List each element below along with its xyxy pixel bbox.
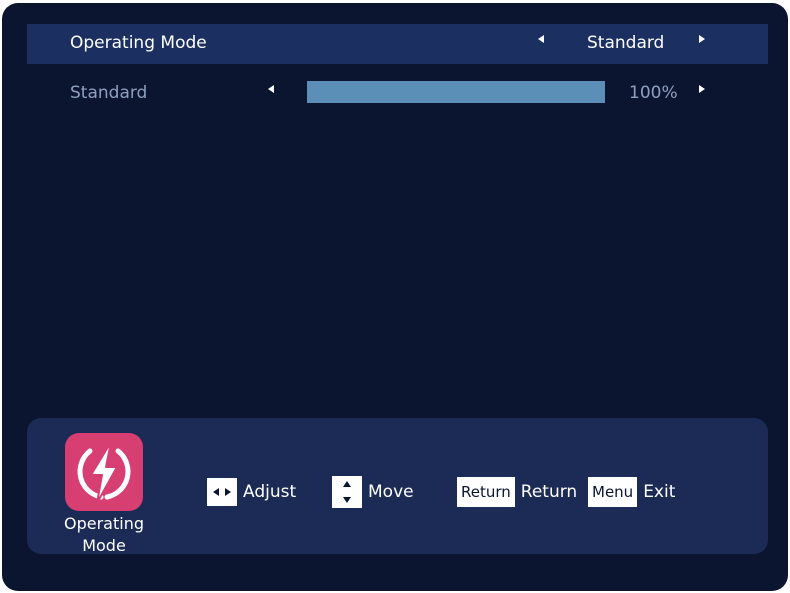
return-key: Return [457, 477, 515, 507]
standard-level-bar[interactable] [307, 81, 605, 103]
left-right-key-icon [207, 478, 237, 506]
standard-level-value: 100% [629, 83, 678, 103]
operating-mode-label: Operating Mode [70, 33, 207, 53]
up-down-key-icon [332, 476, 362, 508]
move-hint: Move [332, 476, 414, 508]
move-label: Move [368, 482, 414, 502]
return-label: Return [520, 482, 578, 502]
standard-row[interactable]: Standard 100% [27, 77, 768, 117]
adjust-label: Adjust [243, 482, 297, 502]
lightning-bolt-icon [65, 433, 143, 511]
return-hint: Return Return [457, 477, 578, 507]
menu-key: Menu [588, 477, 638, 507]
left-arrow-icon[interactable] [268, 85, 274, 93]
section-caption: Operating Mode [64, 514, 144, 555]
left-arrow-icon[interactable] [538, 35, 544, 43]
adjust-hint: Adjust [207, 478, 296, 506]
right-arrow-icon[interactable] [699, 35, 705, 43]
right-arrow-icon[interactable] [699, 85, 705, 93]
osd-screen: Operating Mode Standard Standard 100% Op… [2, 3, 788, 591]
operating-mode-value: Standard [587, 33, 665, 53]
exit-hint: Menu Exit [588, 477, 676, 507]
operating-mode-row[interactable]: Operating Mode Standard [27, 24, 768, 64]
standard-level-fill [307, 81, 605, 103]
standard-label: Standard [70, 83, 148, 103]
footer-panel: Operating Mode Adjust Move Return Return… [27, 418, 768, 555]
exit-label: Exit [643, 482, 676, 502]
